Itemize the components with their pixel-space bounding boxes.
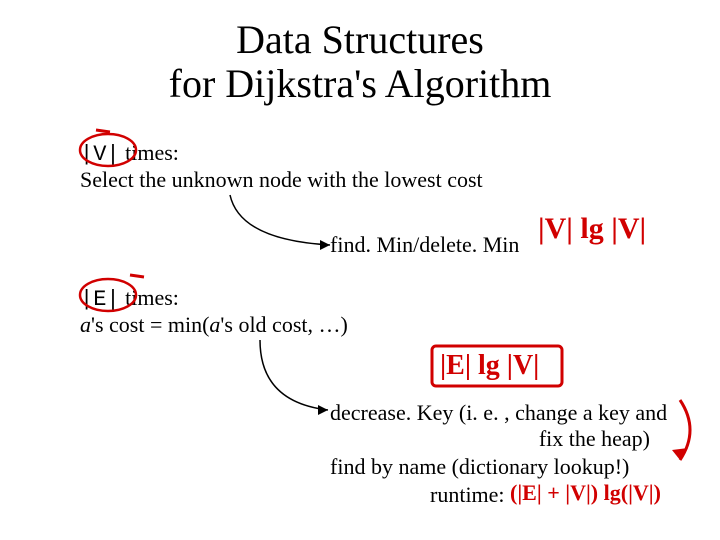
e-count-suffix: times: (120, 285, 179, 310)
arrow-to-findmin-head (320, 240, 330, 250)
v-count-suffix: times: (120, 140, 179, 165)
tick-v-icon (96, 130, 110, 132)
section-v-times: |V| times: Select the unknown node with … (80, 140, 483, 193)
v-desc: Select the unknown node with the lowest … (80, 167, 483, 192)
runtime-label: runtime: (430, 482, 505, 508)
e-desc-mid1: 's cost = min( (91, 312, 209, 337)
op-decreasekey-line2: fix the heap) (330, 426, 710, 452)
e-count-token: |E| (80, 287, 120, 312)
arrow-to-decreasekey (260, 340, 328, 410)
slide-title: Data Structures for Dijkstra's Algorithm (0, 18, 720, 106)
op-findmin: find. Min/delete. Min (330, 232, 519, 258)
arrow-to-decreasekey-head (318, 405, 328, 415)
op-decreasekey-line1: decrease. Key (i. e. , change a key and (330, 400, 710, 426)
arrow-to-findmin (230, 195, 330, 245)
tick-e-icon (130, 275, 144, 277)
op-find-by-name: find by name (dictionary lookup!) (330, 454, 629, 480)
e-var-a-1: a (80, 312, 91, 337)
e-var-a-2: a (209, 312, 220, 337)
title-line-2: for Dijkstra's Algorithm (169, 61, 552, 106)
v-count-token: |V| (80, 142, 120, 167)
op-decreasekey: decrease. Key (i. e. , change a key and … (330, 400, 710, 452)
annotation-vlgv: |V| lg |V| (538, 212, 646, 246)
e-desc-mid2: 's old cost, …) (220, 312, 347, 337)
title-line-1: Data Structures (236, 17, 484, 62)
slide: Data Structures for Dijkstra's Algorithm… (0, 0, 720, 540)
annotation-elgv: |E| lg |V| (440, 350, 539, 382)
section-e-times: |E| times: a's cost = min(a's old cost, … (80, 285, 348, 338)
annotation-runtime: (|E| + |V|) lg(|V|) (510, 480, 661, 506)
